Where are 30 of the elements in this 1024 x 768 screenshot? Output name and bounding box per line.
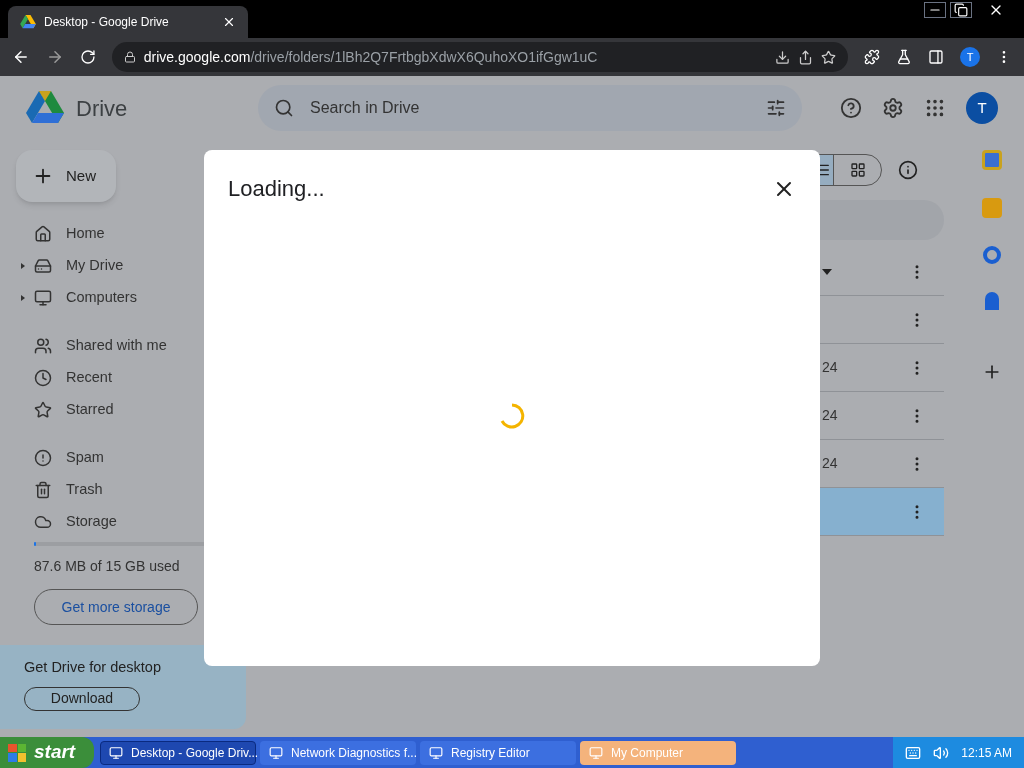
nav-item[interactable]: Shared with me (16, 330, 250, 362)
nav-item[interactable]: Starred (16, 394, 250, 426)
modified-date-text: 24 (822, 454, 838, 473)
address-bar[interactable]: drive.google.com/drive/folders/1lBh2Q7FrtbgbXdwX6QuhoXO1ifGgw1uC (111, 42, 849, 72)
tab-title: Desktop - Google Drive (44, 14, 170, 31)
profile-avatar[interactable]: T (960, 47, 981, 67)
nav-item[interactable]: Trash (16, 474, 250, 506)
taskbar-button[interactable]: Registry Editor (420, 740, 576, 765)
browser-tab[interactable]: Desktop - Google Drive (8, 6, 248, 38)
nav-item[interactable]: Recent (16, 362, 250, 394)
search-field[interactable]: Search in Drive (258, 85, 802, 131)
nav-item[interactable]: Spam (16, 442, 250, 474)
promo-title: Get Drive for desktop (24, 658, 162, 677)
modified-date-text: 24 (822, 406, 838, 425)
storage-usage-text: 87.6 MB of 15 GB used (34, 557, 181, 576)
new-button[interactable]: New (16, 150, 116, 202)
drive-logo-text: Drive (76, 94, 128, 123)
nav-item[interactable]: Storage (16, 506, 250, 538)
clock-text: 12:15 AM (961, 744, 1012, 762)
account-avatar[interactable]: T (966, 92, 998, 124)
nav-item[interactable]: My Drive (16, 250, 250, 282)
nav-item[interactable]: Home (16, 218, 250, 250)
dialog-title: Loading... (228, 175, 325, 203)
taskbar-button[interactable]: Desktop - Google Driv... (100, 740, 256, 765)
start-button[interactable]: start (0, 737, 94, 768)
nav-item[interactable]: Computers (16, 282, 250, 314)
search-placeholder: Search in Drive (310, 98, 421, 118)
modified-date-text: 24 (822, 358, 838, 377)
url-text: drive.google.com/drive/folders/1lBh2Q7FrtbgbXdwX6QuhoXO1ifGgw1uC (143, 47, 599, 67)
taskbar-button[interactable]: Network Diagnostics f... (260, 740, 416, 765)
